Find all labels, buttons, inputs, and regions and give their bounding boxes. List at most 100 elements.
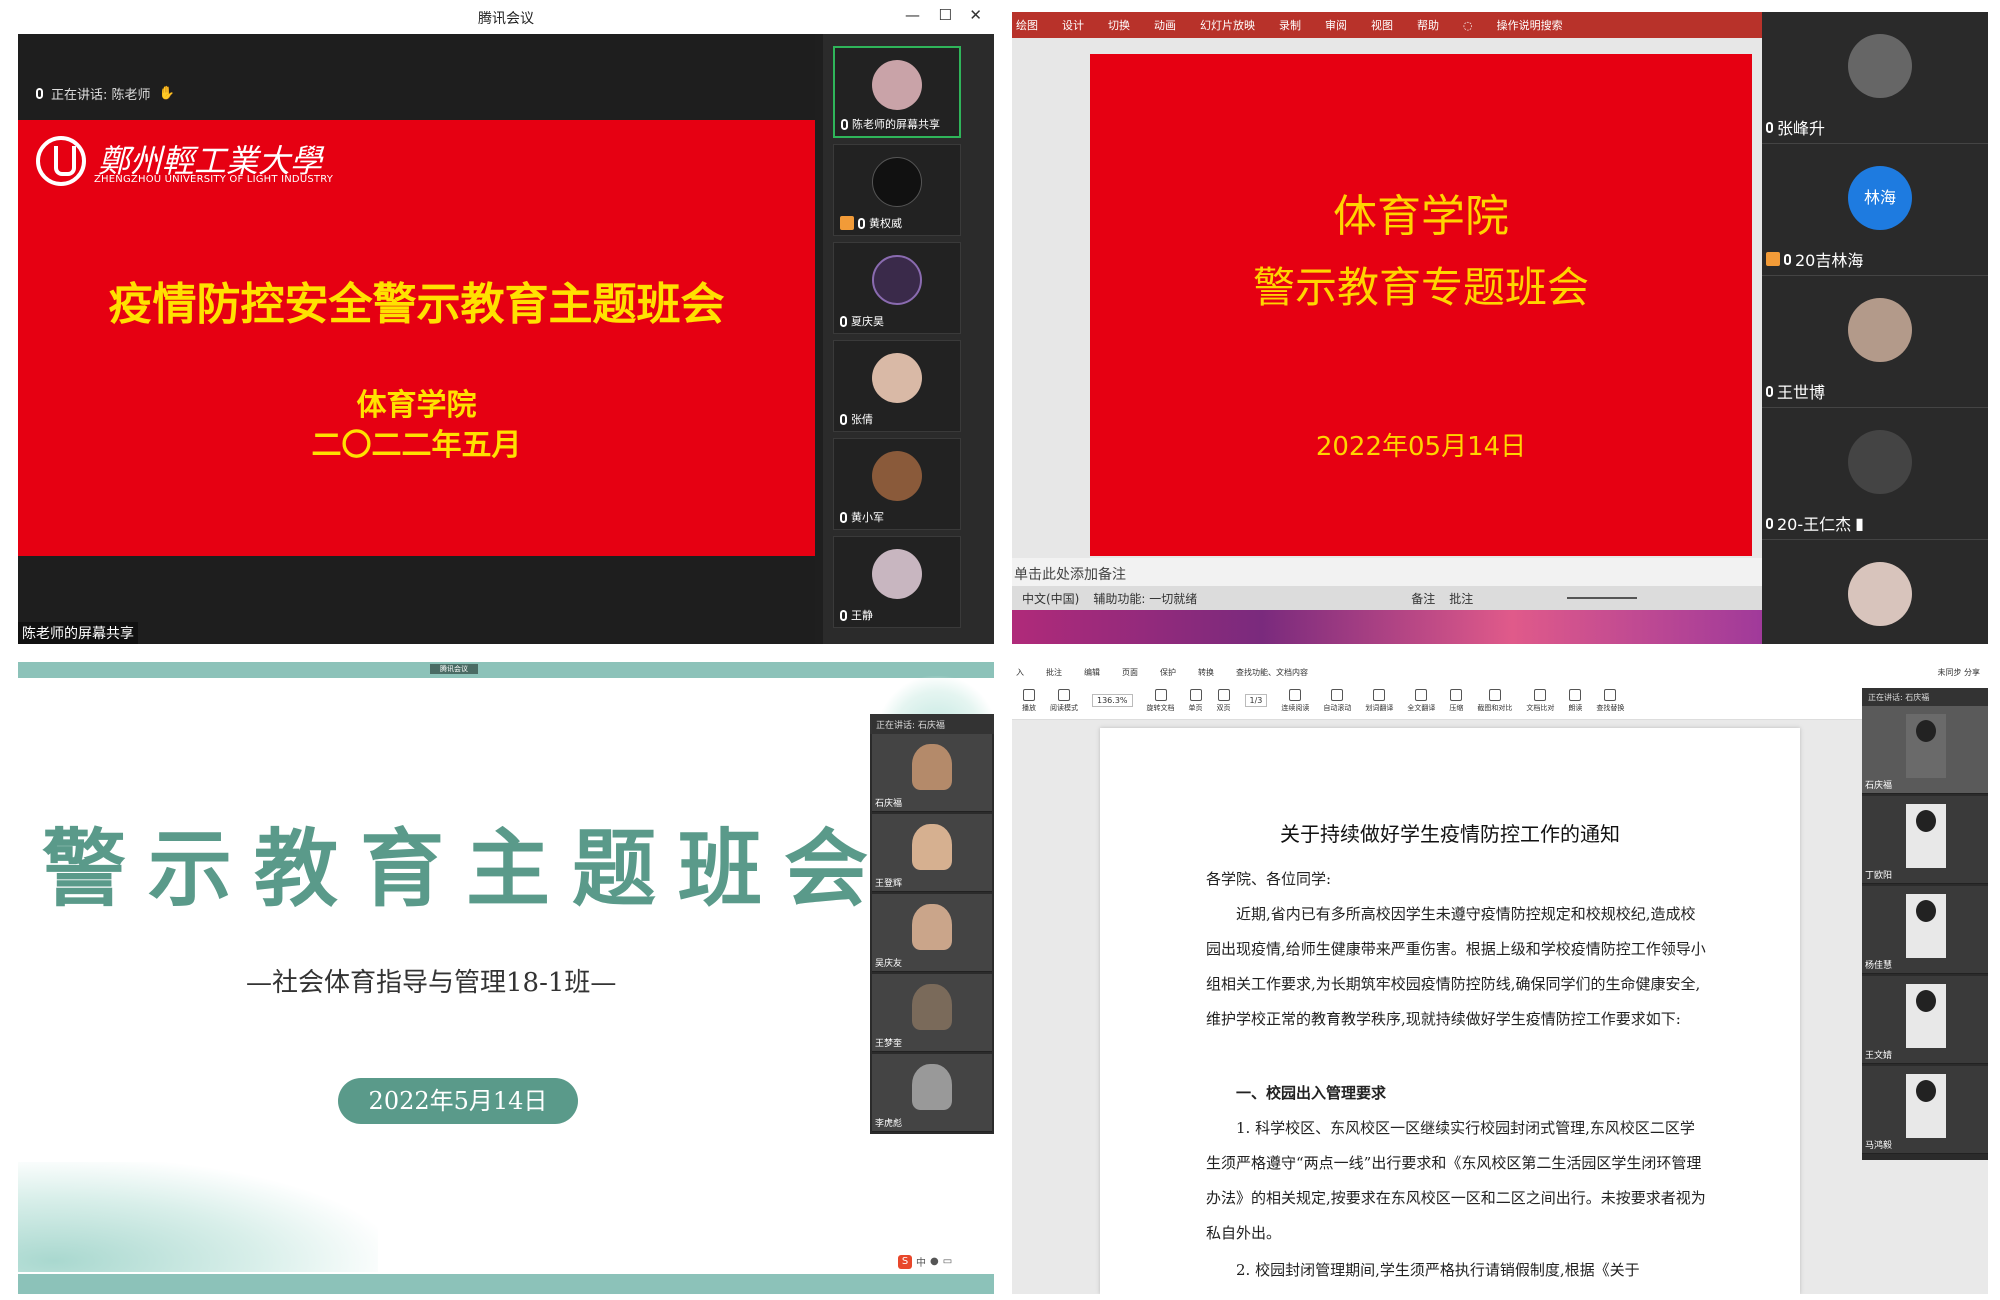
participant-tile[interactable]: 20-王仁杰 ▮ <box>1762 408 1988 540</box>
slide-line-2: 警示教育专题班会 <box>1252 263 1589 312</box>
sync-share[interactable]: 未同步 分享 <box>1937 667 1980 678</box>
tell-me-search[interactable]: 操作说明搜索 <box>1497 17 1563 33</box>
participant-tile[interactable]: 吴庆友 <box>872 894 992 972</box>
toolbar-label: 压缩 <box>1449 703 1464 712</box>
meeting-screenshot-3: 腾讯会议 警示教育主题班会 —社会体育指导与管理18-1班— 2022年5月14… <box>18 662 994 1294</box>
ribbon-tab[interactable]: 设计 <box>1062 17 1084 33</box>
avatar <box>1906 1074 1946 1138</box>
ribbon-tab[interactable]: 幻灯片放映 <box>1200 17 1255 33</box>
participant-tile[interactable]: 黄小军 <box>833 438 961 530</box>
mic-icon <box>840 413 847 425</box>
participant-tile[interactable]: 丁欧阳 <box>1862 796 1988 884</box>
ribbon-tab[interactable]: 审阅 <box>1325 17 1347 33</box>
participant-tile[interactable]: 王静 <box>833 536 961 628</box>
toolbar-label: 单页 <box>1188 703 1203 712</box>
continuous-button[interactable]: 连续阅读 <box>1281 688 1310 713</box>
mic-icon <box>1784 253 1791 265</box>
participant-tile[interactable]: 黄权威 <box>833 144 961 236</box>
speaking-indicator: 正在讲话: 陈老师 ✋ <box>36 84 175 103</box>
maximize-icon[interactable]: ☐ <box>939 6 952 24</box>
share-label: 陈老师的屏幕共享 <box>18 622 138 644</box>
participant-tile[interactable]: 石庆福 <box>872 734 992 812</box>
participant-name: 黄小军 <box>851 511 884 524</box>
participant-tile[interactable]: 张倩 <box>833 340 961 432</box>
notes-button[interactable]: 备注 <box>1411 590 1435 607</box>
close-icon[interactable]: ✕ <box>969 6 982 24</box>
menu-item[interactable]: 转换 <box>1198 667 1214 678</box>
find-replace-button[interactable]: 查找替换 <box>1596 688 1624 713</box>
page-indicator[interactable]: 1/3 <box>1244 694 1268 707</box>
ime-language[interactable]: 中 <box>916 1254 926 1269</box>
autoscroll-button[interactable]: 自动滚动 <box>1323 688 1351 713</box>
menu-item[interactable]: 页面 <box>1122 667 1138 678</box>
user-icon <box>840 216 854 230</box>
participant-tile[interactable]: 石庆福 <box>1862 706 1988 794</box>
menu-item[interactable]: 批注 <box>1046 667 1062 678</box>
participant-tile[interactable]: 王登辉 <box>872 814 992 892</box>
participant-sidebar[interactable]: 正在讲话: 石庆福 石庆福 丁欧阳 杨佳慧 王文婧 马鸿毅 <box>1862 688 1988 1160</box>
reading-mode-button[interactable]: 阅读模式 <box>1050 688 1078 713</box>
avatar <box>912 904 952 950</box>
participant-tile[interactable]: 林海 20吉林海 <box>1762 144 1988 276</box>
single-page-button[interactable]: 单页 <box>1188 688 1203 713</box>
mic-icon[interactable]: ● <box>930 1256 939 1267</box>
participant-tile[interactable] <box>1762 540 1988 644</box>
comments-button[interactable]: 批注 <box>1449 590 1473 607</box>
watercolor-decoration <box>18 1162 378 1272</box>
ribbon-tab[interactable]: 绘图 <box>1016 17 1038 33</box>
compare-button[interactable]: 文档比对 <box>1526 688 1554 713</box>
toolbar-label: 连续阅读 <box>1281 703 1310 712</box>
screenshot-button[interactable]: 截图和对比 <box>1477 688 1512 713</box>
ime-toolbar[interactable]: S 中 ● ▭ <box>898 1254 952 1269</box>
menu-item[interactable]: 保护 <box>1160 667 1176 678</box>
notes-pane[interactable]: 单击此处添加备注 <box>1012 558 1762 586</box>
status-bar: 中文(中国) 辅助功能: 一切就绪 备注 批注 <box>1012 586 1762 610</box>
menu-item[interactable]: 编辑 <box>1084 667 1100 678</box>
participant-tile[interactable]: 张峰升 <box>1762 12 1988 144</box>
zoom-slider[interactable] <box>1567 597 1638 599</box>
ribbon-tab[interactable]: 切换 <box>1108 17 1130 33</box>
compress-button[interactable]: 压缩 <box>1449 688 1464 713</box>
participant-sidebar[interactable]: 正在讲话: 石庆福 石庆福 王登辉 吴庆友 王梦奎 李虎彪 <box>870 714 994 1134</box>
ribbon-tab[interactable]: 录制 <box>1279 17 1301 33</box>
participant-tile[interactable]: 王梦奎 <box>872 974 992 1052</box>
accessibility-status[interactable]: 辅助功能: 一切就绪 <box>1093 590 1197 607</box>
share-label-text: 陈老师的屏幕共享 <box>22 626 134 642</box>
search-input[interactable]: 查找功能、文档内容 <box>1236 667 1308 678</box>
keyboard-icon[interactable]: ▭ <box>943 1256 952 1267</box>
participant-tile[interactable]: 陈老师的屏幕共享 <box>833 46 961 138</box>
slide-title: 警示教育主题班会 <box>42 819 891 918</box>
play-icon <box>1023 688 1035 701</box>
double-page-button[interactable]: 双页 <box>1217 688 1231 713</box>
participant-tile[interactable]: 马鸿毅 <box>1862 1066 1988 1154</box>
participant-tile[interactable]: 夏庆昊 <box>833 242 961 334</box>
participant-sidebar[interactable]: 陈老师的屏幕共享 黄权威 夏庆昊 张倩 黄小军 王静 <box>823 34 994 644</box>
read-aloud-button[interactable]: 朗读 <box>1568 688 1582 713</box>
participant-tile[interactable]: 王世博 <box>1762 276 1988 408</box>
document-page: 关于持续做好学生疫情防控工作的通知 各学院、各位同学: 近期,省内已有多所高校因… <box>1100 728 1800 1294</box>
mic-icon <box>1766 385 1773 397</box>
book-icon <box>1058 688 1070 701</box>
participant-tile[interactable]: 李虎彪 <box>872 1054 992 1132</box>
translate-all-button[interactable]: 全文翻译 <box>1407 688 1435 713</box>
participant-tile[interactable]: 王文婧 <box>1862 976 1988 1064</box>
ribbon-tab[interactable]: 视图 <box>1371 17 1393 33</box>
meeting-tag[interactable]: 腾讯会议 <box>430 664 478 674</box>
menu-item[interactable]: 入 <box>1016 667 1024 678</box>
mic-icon <box>36 88 43 99</box>
play-button[interactable]: 播放 <box>1022 688 1036 713</box>
avatar <box>912 824 952 870</box>
participant-sidebar[interactable]: 张峰升 林海 20吉林海 王世博 20-王仁杰 ▮ <box>1762 12 1988 644</box>
ribbon-tab[interactable]: 动画 <box>1154 17 1176 33</box>
zoom-select[interactable]: 136.3% <box>1092 694 1133 707</box>
rotate-button[interactable]: 旋转文档 <box>1147 688 1175 713</box>
slide-date: 二〇二二年五月 <box>311 428 522 463</box>
participant-tile[interactable]: 杨佳慧 <box>1862 886 1988 974</box>
translate-word-button[interactable]: 划词翻译 <box>1365 688 1393 713</box>
rotate-icon <box>1154 688 1167 701</box>
participant-name: 吴庆友 <box>875 959 903 969</box>
ribbon-tab[interactable]: 帮助 <box>1417 17 1439 33</box>
translate-icon <box>1415 688 1428 701</box>
avatar <box>1848 298 1912 362</box>
minimize-icon[interactable]: — <box>905 6 920 24</box>
